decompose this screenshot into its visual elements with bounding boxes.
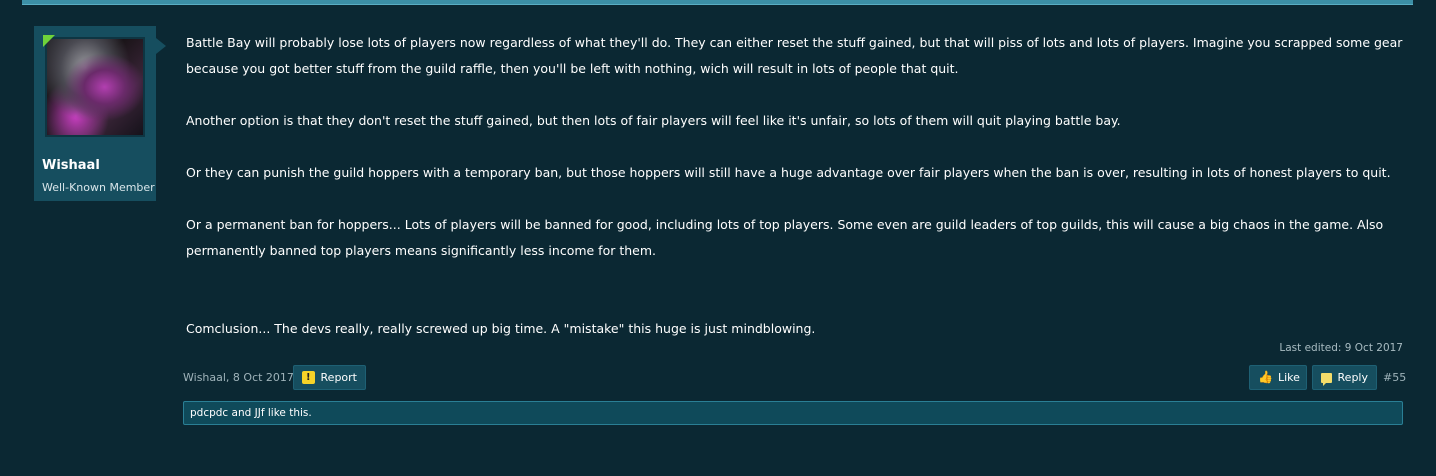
warning-icon: ! [302, 371, 315, 384]
reply-button[interactable]: Reply [1312, 365, 1377, 390]
user-avatar[interactable] [45, 37, 145, 137]
likes-summary[interactable]: pdcpdc and JJf like this. [183, 401, 1403, 425]
report-label: Report [320, 371, 357, 384]
like-label: Like [1278, 371, 1300, 384]
username-link[interactable]: Wishaal [42, 158, 100, 173]
top-divider-bar [22, 0, 1413, 5]
post-message-body: Battle Bay will probably lose lots of pl… [186, 30, 1408, 342]
reply-label: Reply [1337, 371, 1368, 384]
last-edited-text: Last edited: 9 Oct 2017 [1279, 342, 1403, 354]
post-paragraph: Or a permanent ban for hoppers... Lots o… [186, 217, 1384, 258]
post-paragraph: Comclusion... The devs really, really sc… [186, 321, 816, 336]
post-permalink[interactable]: #55 [1383, 371, 1406, 384]
post-paragraph: Battle Bay will probably lose lots of pl… [186, 35, 1403, 76]
user-title: Well-Known Member [42, 181, 155, 194]
post-paragraph: Another option is that they don't reset … [186, 113, 1121, 128]
online-status-icon [43, 35, 55, 47]
speech-bubble-icon [1321, 372, 1332, 386]
user-info-card: Wishaal Well-Known Member [34, 26, 166, 201]
like-button[interactable]: 👍 Like [1249, 365, 1307, 390]
thumbs-up-icon: 👍 [1258, 370, 1273, 384]
report-button[interactable]: ! Report [293, 365, 366, 390]
post-paragraph: Or they can punish the guild hoppers wit… [186, 165, 1391, 180]
post-author-date[interactable]: Wishaal, 8 Oct 2017 [183, 371, 294, 384]
